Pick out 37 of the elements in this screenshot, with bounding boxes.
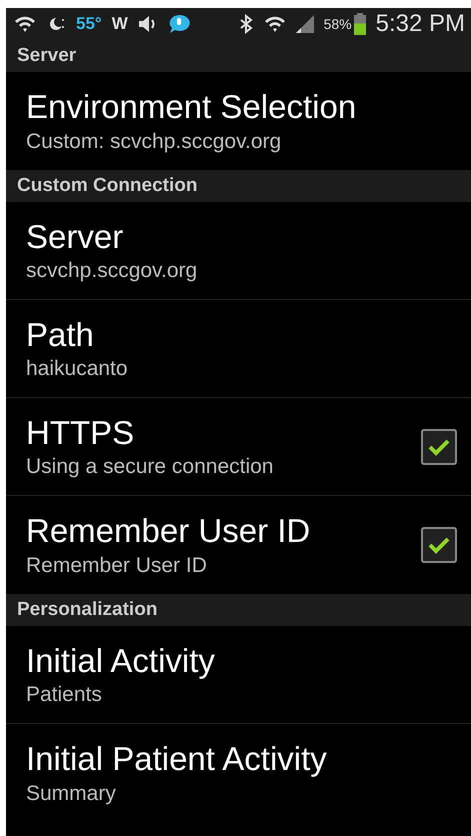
temperature-text: 55° xyxy=(76,14,102,34)
preference-row[interactable]: HTTPS Using a secure connection xyxy=(6,398,471,495)
preference-summary: Custom: scvchp.sccgov.org xyxy=(26,130,282,154)
preference-title: Environment Selection xyxy=(26,88,358,126)
battery-percent-text: 58% xyxy=(324,16,352,32)
preference-summary: Patients xyxy=(26,683,103,708)
clock-text: 5:32 PM xyxy=(376,10,465,38)
preference-row[interactable]: Initial Patient Activity Summary xyxy=(6,724,471,822)
signal-icon xyxy=(296,15,314,33)
weather-text: W xyxy=(112,14,128,34)
checkbox[interactable] xyxy=(421,428,457,464)
preference-row[interactable]: Initial Activity Patients xyxy=(6,626,471,723)
preference-title: Server xyxy=(26,218,124,256)
preference-row[interactable]: Server scvchp.sccgov.org xyxy=(6,202,471,299)
preference-title: Initial Patient Activity xyxy=(26,740,328,778)
preference-summary: scvchp.sccgov.org xyxy=(26,259,198,284)
wifi-icon xyxy=(264,15,286,33)
preference-title: Remember User ID xyxy=(26,512,312,550)
bluetooth-icon xyxy=(238,14,254,34)
section-header: Custom Connection xyxy=(17,175,198,197)
section-header: Personalization xyxy=(17,599,158,621)
preference-summary: Using a secure connection xyxy=(26,455,274,480)
preference-title: HTTPS xyxy=(26,414,136,452)
preference-title: Path xyxy=(26,316,95,354)
checkmark-icon xyxy=(428,536,450,554)
battery-icon xyxy=(354,13,366,35)
preference-summary: Summary xyxy=(26,782,117,806)
section-header: Server xyxy=(17,45,76,67)
preference-row[interactable]: Remember User ID Remember User ID xyxy=(6,496,471,594)
preference-summary: Remember User ID xyxy=(26,554,208,578)
checkbox[interactable] xyxy=(421,527,457,563)
microphone-bubble-icon xyxy=(168,14,190,34)
preference-summary: haikucanto xyxy=(26,357,129,382)
preference-title: Initial Activity xyxy=(26,642,216,680)
preference-row[interactable]: Path haikucanto xyxy=(6,300,471,397)
preference-row[interactable]: Environment Selection Custom: scvchp.sccgov.org xyxy=(6,72,471,170)
checkmark-icon xyxy=(428,438,450,456)
